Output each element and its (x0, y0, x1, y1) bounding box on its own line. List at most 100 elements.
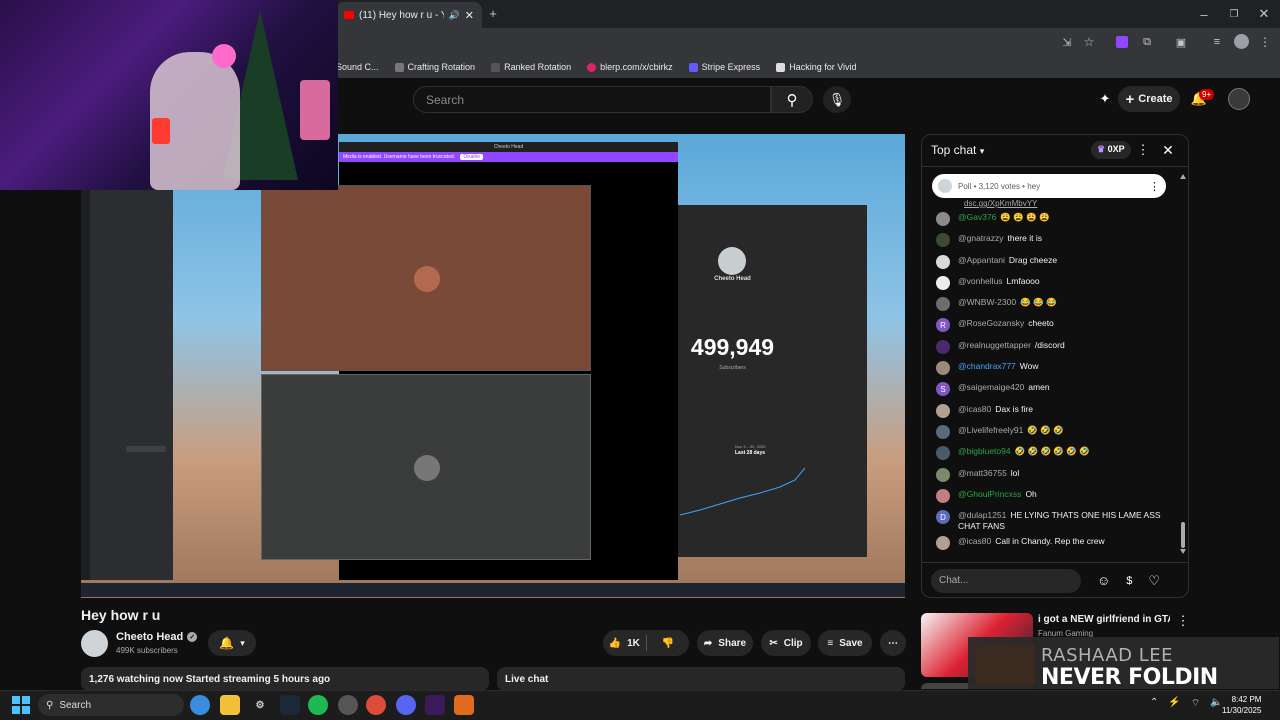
bookmark-item[interactable]: Hacking for Vivid (776, 62, 857, 72)
chat-input[interactable]: Chat... (931, 568, 1081, 593)
taskbar-search[interactable]: ⚲ Search (38, 694, 184, 716)
premium-icon[interactable]: ✦ (1096, 90, 1114, 108)
voice-search-button[interactable]: 🎙 (823, 86, 851, 113)
recommended-menu-icon[interactable]: ⋮ (1177, 613, 1190, 628)
emoji-icon[interactable]: ☺ (1097, 573, 1110, 588)
chat-menu-icon[interactable]: ⋮ (1137, 142, 1150, 157)
chat-username[interactable]: @icas80 (958, 404, 991, 414)
chat-username[interactable]: @Livelifefreely91 (958, 425, 1023, 435)
search-input[interactable]: Search (413, 86, 771, 113)
chat-username[interactable]: @saigemaige420 (958, 382, 1024, 392)
chat-username[interactable]: @matt36755 (958, 468, 1007, 478)
app-icon[interactable] (454, 695, 474, 715)
studio-channel-name: Cheeto Head (714, 276, 751, 282)
chat-avatar[interactable] (936, 254, 950, 269)
settings-gear-icon[interactable]: ⚙ (250, 695, 270, 715)
chat-username[interactable]: @WNBW-2300 (958, 297, 1016, 307)
more-actions-button[interactable]: ⋯ (880, 630, 906, 656)
super-chat-icon[interactable]: $ (1126, 575, 1132, 587)
close-window-icon[interactable]: ✕ (1256, 6, 1272, 22)
chat-username[interactable]: @vonhellus (958, 276, 1003, 286)
create-button[interactable]: + Create (1118, 86, 1180, 112)
chat-avatar[interactable]: D (936, 510, 950, 525)
chat-avatar[interactable] (936, 212, 950, 226)
chat-username[interactable]: @realnuggettapper (958, 340, 1031, 350)
heart-icon[interactable]: ♡ (1148, 573, 1160, 589)
menu-kebab-icon[interactable]: ⋮ (1258, 35, 1272, 49)
windows-start-icon[interactable] (12, 696, 30, 714)
chat-link-partial[interactable]: dsc.gg/XpKmMbvYY (964, 199, 1068, 208)
chat-avatar[interactable] (936, 536, 950, 551)
close-chat-icon[interactable]: ✕ (1160, 142, 1176, 158)
chat-avatar[interactable] (936, 488, 950, 503)
spotify-icon[interactable] (308, 695, 328, 715)
share-button[interactable]: ➦ Share (697, 630, 753, 656)
description-box[interactable]: 1,276 watching now Started streaming 5 h… (81, 667, 489, 691)
chat-scrollbar[interactable] (1180, 174, 1186, 554)
bookmark-item[interactable]: Ranked Rotation (491, 62, 571, 72)
search-button[interactable]: ⚲ (771, 86, 813, 113)
star-icon[interactable]: ☆ (1082, 35, 1096, 49)
next-app-icon[interactable] (425, 695, 445, 715)
chat-avatar[interactable] (936, 233, 950, 248)
media-control-icon[interactable]: ≡ (1210, 35, 1224, 49)
live-chat-bar[interactable]: Live chat (497, 667, 905, 691)
channel-name[interactable]: Cheeto Head ✓ (116, 631, 198, 643)
save-button[interactable]: ≡ Save (818, 630, 872, 656)
chat-avatar[interactable] (936, 275, 950, 290)
install-icon[interactable]: ⇲ (1060, 35, 1074, 49)
chat-username[interactable]: @Gav376 (958, 212, 996, 222)
speaker-icon[interactable]: 🔊 (449, 10, 460, 21)
recommended-title[interactable]: i got a NEW girlfriend in GTA... (1038, 614, 1170, 625)
obs-icon[interactable] (338, 695, 358, 715)
chat-mode-dropdown[interactable]: Top chat ▾ (931, 143, 984, 157)
channel-avatar[interactable] (81, 630, 108, 657)
chat-avatar[interactable] (936, 297, 950, 312)
chat-username[interactable]: @chandrax777 (958, 361, 1016, 371)
chat-avatar[interactable] (936, 424, 950, 439)
chat-username[interactable]: @RoseGozansky (958, 318, 1024, 328)
chat-avatar[interactable]: S (936, 382, 950, 397)
minimize-icon[interactable]: – (1196, 6, 1212, 22)
close-tab-icon[interactable]: ✕ (465, 9, 474, 22)
clip-button[interactable]: ✂ Clip (761, 630, 811, 656)
subscription-bell-button[interactable]: 🔔 ▾ (208, 630, 256, 656)
xp-badge[interactable]: ♛ 0XP (1091, 141, 1131, 159)
chrome-icon[interactable] (366, 695, 386, 715)
new-tab-icon[interactable]: + (486, 6, 500, 21)
chat-avatar[interactable]: R (936, 318, 950, 333)
chat-avatar[interactable] (936, 339, 950, 354)
edge-icon[interactable] (190, 695, 210, 715)
chat-avatar[interactable] (936, 361, 950, 376)
bookmark-item[interactable]: Sound C... (336, 62, 379, 72)
dislike-button[interactable]: 👎 (647, 630, 690, 656)
channel-therapy (126, 446, 166, 452)
chat-avatar[interactable] (936, 467, 950, 482)
chat-username[interactable]: @gnatrazzy (958, 233, 1003, 243)
file-explorer-icon[interactable] (220, 695, 240, 715)
browser-tab-youtube[interactable]: (11) Hey how r u - YouTube 🔊 ✕ (336, 2, 482, 28)
bookmark-item[interactable]: Stripe Express (688, 62, 760, 72)
maximize-icon[interactable]: ❐ (1226, 6, 1242, 22)
chat-username[interactable]: @Appantani (958, 255, 1005, 265)
sidepanel-icon[interactable]: ▣ (1174, 35, 1188, 49)
chat-username[interactable]: @dulap1251 (958, 510, 1006, 520)
chat-avatar[interactable] (936, 403, 950, 418)
chat-username[interactable]: @GhoulPrincxss (958, 489, 1021, 499)
profile-avatar[interactable] (1234, 34, 1249, 49)
bookmark-item[interactable]: blerp.com/x/cbirkz (587, 62, 673, 72)
twitch-extension-icon[interactable] (1116, 36, 1128, 48)
chat-avatar[interactable] (936, 446, 950, 461)
steam-icon[interactable] (280, 695, 300, 715)
like-button[interactable]: 👍 1K (603, 630, 646, 656)
discord-icon[interactable] (396, 695, 416, 715)
poll-menu-icon[interactable]: ⋮ (1149, 180, 1160, 193)
chat-username[interactable]: @bigblueto94 (958, 446, 1011, 456)
chat-username[interactable]: @icas80 (958, 536, 991, 546)
bookmark-item[interactable]: Crafting Rotation (394, 62, 475, 72)
account-avatar[interactable] (1228, 88, 1250, 110)
taskbar-clock[interactable]: 8:42 PM 11/30/2025 (1222, 694, 1261, 716)
system-tray[interactable]: ⌃ ⚡ ⌔ 🔈 (1150, 697, 1223, 710)
chat-poll-banner[interactable]: Poll • 3,120 votes • hey ⋮ (932, 174, 1166, 198)
extensions-icon[interactable]: ⧉ (1140, 35, 1154, 49)
